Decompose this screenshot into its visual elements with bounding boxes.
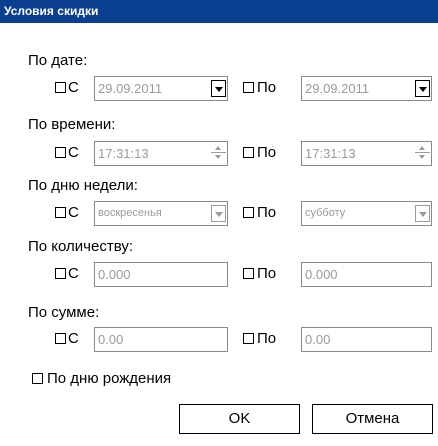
sum-from-value: 0.00 — [98, 332, 124, 347]
sum-from-label: С — [68, 330, 79, 347]
time-from-checkbox[interactable] — [55, 147, 66, 158]
time-from-label: С — [68, 144, 79, 161]
time-to-label: По — [257, 144, 277, 161]
birthday-label: По дню рождения — [47, 370, 172, 387]
quantity-to-value: 0.000 — [305, 267, 338, 282]
date-group-label: По дате: — [28, 52, 88, 69]
spinner-icon[interactable] — [211, 143, 226, 164]
cancel-button[interactable]: Отмена — [312, 404, 433, 434]
weekday-from-select[interactable]: воскресенья — [94, 201, 228, 226]
weekday-from-checkbox[interactable] — [55, 207, 66, 218]
quantity-from-checkbox[interactable] — [55, 268, 66, 279]
chevron-down-icon[interactable] — [211, 205, 226, 222]
birthday-checkbox[interactable] — [32, 373, 43, 384]
date-to-picker[interactable]: 29.09.2011 — [301, 76, 432, 101]
sum-group-label: По сумме: — [28, 304, 100, 321]
date-from-label: С — [68, 79, 79, 96]
chevron-down-icon[interactable] — [211, 80, 226, 97]
time-to-value: 17:31:13 — [305, 146, 356, 161]
quantity-to-checkbox[interactable] — [243, 268, 254, 279]
quantity-from-value: 0.000 — [98, 267, 131, 282]
time-to-input[interactable]: 17:31:13 — [301, 141, 432, 166]
date-to-checkbox[interactable] — [243, 82, 254, 93]
time-group-label: По времени: — [28, 116, 116, 133]
sum-to-value: 0.00 — [305, 332, 331, 347]
quantity-to-input[interactable]: 0.000 — [301, 262, 432, 287]
date-to-label: По — [257, 79, 277, 96]
time-from-input[interactable]: 17:31:13 — [94, 141, 228, 166]
quantity-from-input[interactable]: 0.000 — [94, 262, 228, 287]
time-from-value: 17:31:13 — [98, 146, 149, 161]
sum-to-checkbox[interactable] — [243, 333, 254, 344]
quantity-to-label: По — [257, 265, 277, 282]
date-from-value: 29.09.2011 — [98, 81, 163, 96]
sum-from-checkbox[interactable] — [55, 333, 66, 344]
time-to-checkbox[interactable] — [243, 147, 254, 158]
weekday-from-label: С — [68, 204, 79, 221]
weekday-to-select[interactable]: субботу — [301, 201, 432, 226]
quantity-from-label: С — [68, 265, 79, 282]
sum-from-input[interactable]: 0.00 — [94, 327, 228, 352]
weekday-to-label: По — [257, 204, 277, 221]
window-title: Условия скидки — [0, 0, 438, 23]
weekday-from-value: воскресенья — [98, 207, 162, 219]
quantity-group-label: По количеству: — [28, 238, 133, 255]
date-to-value: 29.09.2011 — [305, 81, 370, 96]
date-from-picker[interactable]: 29.09.2011 — [94, 76, 228, 101]
date-from-checkbox[interactable] — [55, 82, 66, 93]
sum-to-label: По — [257, 330, 277, 347]
chevron-down-icon[interactable] — [415, 205, 430, 222]
chevron-down-icon[interactable] — [415, 80, 430, 97]
weekday-to-value: субботу — [305, 207, 346, 219]
spinner-icon[interactable] — [415, 143, 430, 164]
weekday-group-label: По дню недели: — [28, 177, 138, 194]
ok-button[interactable]: OK — [179, 404, 300, 434]
weekday-to-checkbox[interactable] — [243, 207, 254, 218]
sum-to-input[interactable]: 0.00 — [301, 327, 432, 352]
